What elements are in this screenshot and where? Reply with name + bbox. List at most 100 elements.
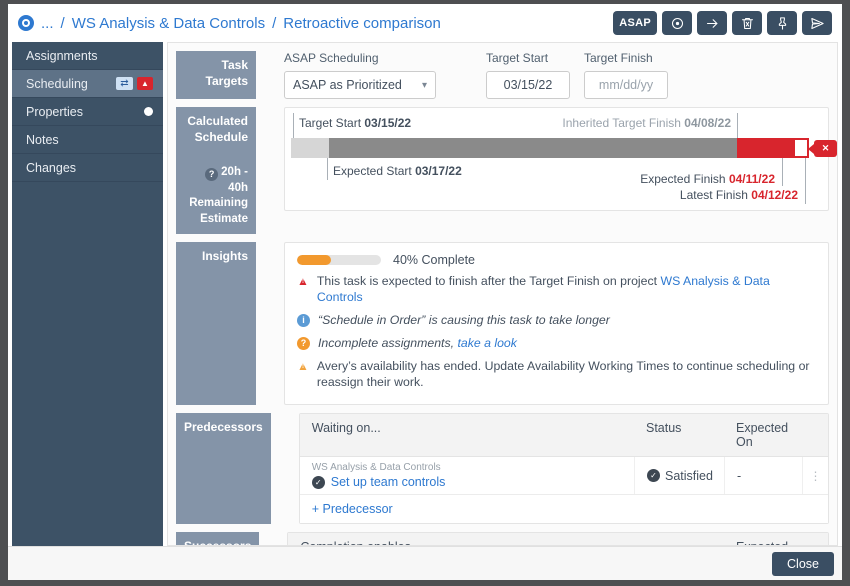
target-button[interactable] — [662, 11, 692, 35]
dialog-footer: Close — [8, 546, 842, 580]
successors-table: Completion enables... Expected On WS Ana… — [287, 532, 829, 546]
sidebar-item-changes[interactable]: Changes — [12, 154, 163, 182]
go-to-button[interactable] — [697, 11, 727, 35]
predecessor-task-link[interactable]: Set up team controls — [331, 475, 446, 489]
progress-fill — [297, 255, 331, 265]
marker-label: Target Start — [299, 116, 361, 130]
take-a-look-link[interactable]: take a look — [457, 336, 516, 350]
properties-dot-badge — [144, 107, 153, 116]
marker-label: Expected Finish — [640, 172, 725, 186]
expected-finish-tick — [782, 158, 783, 186]
field-label: Target Start — [486, 51, 570, 65]
pin-icon — [775, 16, 790, 31]
breadcrumb-project-link[interactable]: WS Analysis & Data Controls — [72, 15, 265, 32]
row-menu-icon[interactable]: ⋮ — [802, 457, 828, 494]
expected-on-value: - — [724, 457, 802, 494]
section-label: Predecessors — [176, 413, 271, 524]
target-finish-field: Target Finish — [584, 51, 668, 99]
sidebar-item-scheduling[interactable]: Scheduling ⇄ ▲ — [12, 70, 163, 98]
remaining-estimate: ?20h - 40h Remaining Estimate — [184, 165, 248, 227]
latest-finish-tick — [805, 158, 806, 204]
target-start-input[interactable] — [486, 71, 570, 99]
dropdown-value: ASAP as Prioritized — [293, 78, 402, 92]
col-status: Status — [634, 414, 724, 456]
section-label: Successors — [176, 532, 259, 546]
check-circle-icon: ✓ — [312, 476, 325, 489]
trash-icon — [740, 16, 755, 31]
insight-item: i “Schedule in Order” is causing this ta… — [297, 313, 816, 329]
section-label: Task Targets — [176, 51, 256, 99]
info-icon: i — [297, 314, 310, 327]
sidebar-item-label: Assignments — [26, 49, 98, 63]
status-value: Satisfied — [665, 469, 713, 483]
target-start-marker: Target Start 03/15/22 — [299, 116, 411, 130]
col-expected-on: Expected On — [724, 414, 802, 456]
schedule-gantt: Target Start 03/15/22 Inherited Target F… — [284, 107, 829, 211]
send-button[interactable] — [802, 11, 832, 35]
sidebar-item-properties[interactable]: Properties — [12, 98, 163, 126]
main-content: Task Targets ASAP Scheduling ASAP as Pri… — [167, 42, 838, 546]
expected-start-tick — [327, 158, 328, 180]
status-check-icon: ✓ — [647, 469, 660, 482]
insight-text: “Schedule in Order” is causing this task… — [318, 313, 610, 329]
section-insights: Insights 40% Complete ▲! This task is ex… — [176, 242, 829, 405]
predecessors-table: Waiting on... Status Expected On WS Anal… — [299, 413, 829, 524]
asap-button[interactable]: ASAP — [613, 11, 657, 35]
field-label: Target Finish — [584, 51, 668, 65]
insight-text: Avery’s availability has ended. Update A… — [317, 359, 816, 391]
marker-date: 03/15/22 — [364, 116, 411, 130]
close-button[interactable]: Close — [772, 552, 834, 576]
marker-date: 04/12/22 — [751, 188, 798, 202]
inherited-target-finish-marker: Inherited Target Finish 04/08/22 — [562, 116, 731, 130]
pin-button[interactable] — [767, 11, 797, 35]
inherited-target-finish-tick — [737, 113, 738, 138]
asap-scheduling-dropdown[interactable]: ASAP as Prioritized ▾ — [284, 71, 436, 99]
insight-text: This task is expected to finish after th… — [317, 274, 661, 288]
marker-date: 04/11/22 — [729, 172, 775, 186]
sidebar-item-label: Scheduling — [26, 77, 88, 91]
sidebar-item-label: Notes — [26, 133, 59, 147]
breadcrumb-separator: / — [272, 15, 276, 32]
row-project-name: WS Analysis & Data Controls — [312, 462, 622, 473]
sidebar-item-notes[interactable]: Notes — [12, 126, 163, 154]
screen-frame: ... / WS Analysis & Data Controls / Retr… — [0, 0, 850, 586]
sidebar-item-label: Properties — [26, 105, 83, 119]
table-header: Waiting on... Status Expected On — [300, 414, 828, 457]
estimate-caption: Remaining Estimate — [184, 196, 248, 227]
table-header: Completion enables... Expected On — [288, 533, 828, 546]
add-predecessor-button[interactable]: + Predecessor — [300, 495, 828, 523]
marker-label: Expected Start — [333, 164, 412, 178]
paper-plane-icon — [810, 16, 825, 31]
schedule-bar-handle[interactable] — [793, 138, 809, 158]
task-edit-dialog: ... / WS Analysis & Data Controls / Retr… — [8, 4, 842, 580]
breadcrumb-current-task: Retroactive comparison — [283, 15, 441, 32]
close-icon: ✕ — [822, 143, 830, 154]
arrow-right-icon — [705, 16, 720, 31]
progress-text: 40% Complete — [393, 253, 475, 267]
breadcrumb-ellipsis[interactable]: ... — [41, 15, 54, 32]
target-start-tick — [293, 113, 294, 138]
dialog-header: ... / WS Analysis & Data Controls / Retr… — [8, 4, 842, 42]
insights-panel: 40% Complete ▲! This task is expected to… — [284, 242, 829, 405]
dependency-swap-icon: ⇄ — [116, 77, 133, 90]
question-icon: ? — [297, 337, 310, 350]
section-label: Calculated Schedule — [184, 114, 248, 145]
target-start-field: Target Start — [486, 51, 570, 99]
help-icon[interactable]: ? — [205, 168, 218, 181]
col-waiting-on: Waiting on... — [300, 414, 634, 456]
section-predecessors: Predecessors Waiting on... Status Expect… — [176, 413, 829, 524]
schedule-bar-segment — [329, 138, 737, 158]
breadcrumb: ... / WS Analysis & Data Controls / Retr… — [18, 15, 441, 32]
col-completion-enables: Completion enables... — [288, 533, 506, 546]
chevron-down-icon: ▾ — [422, 80, 427, 91]
delete-button[interactable] — [732, 11, 762, 35]
progress-bar — [297, 255, 381, 265]
expected-finish-marker: Expected Finish 04/11/22 — [640, 172, 775, 186]
overrun-alert-badge[interactable]: ✕ — [814, 140, 837, 157]
marker-label: Latest Finish — [680, 188, 748, 202]
header-toolbar: ASAP — [613, 11, 832, 35]
warning-triangle-icon: ▲! — [297, 360, 309, 372]
target-icon — [670, 16, 685, 31]
sidebar-item-assignments[interactable]: Assignments — [12, 42, 163, 70]
target-finish-input[interactable] — [584, 71, 668, 99]
